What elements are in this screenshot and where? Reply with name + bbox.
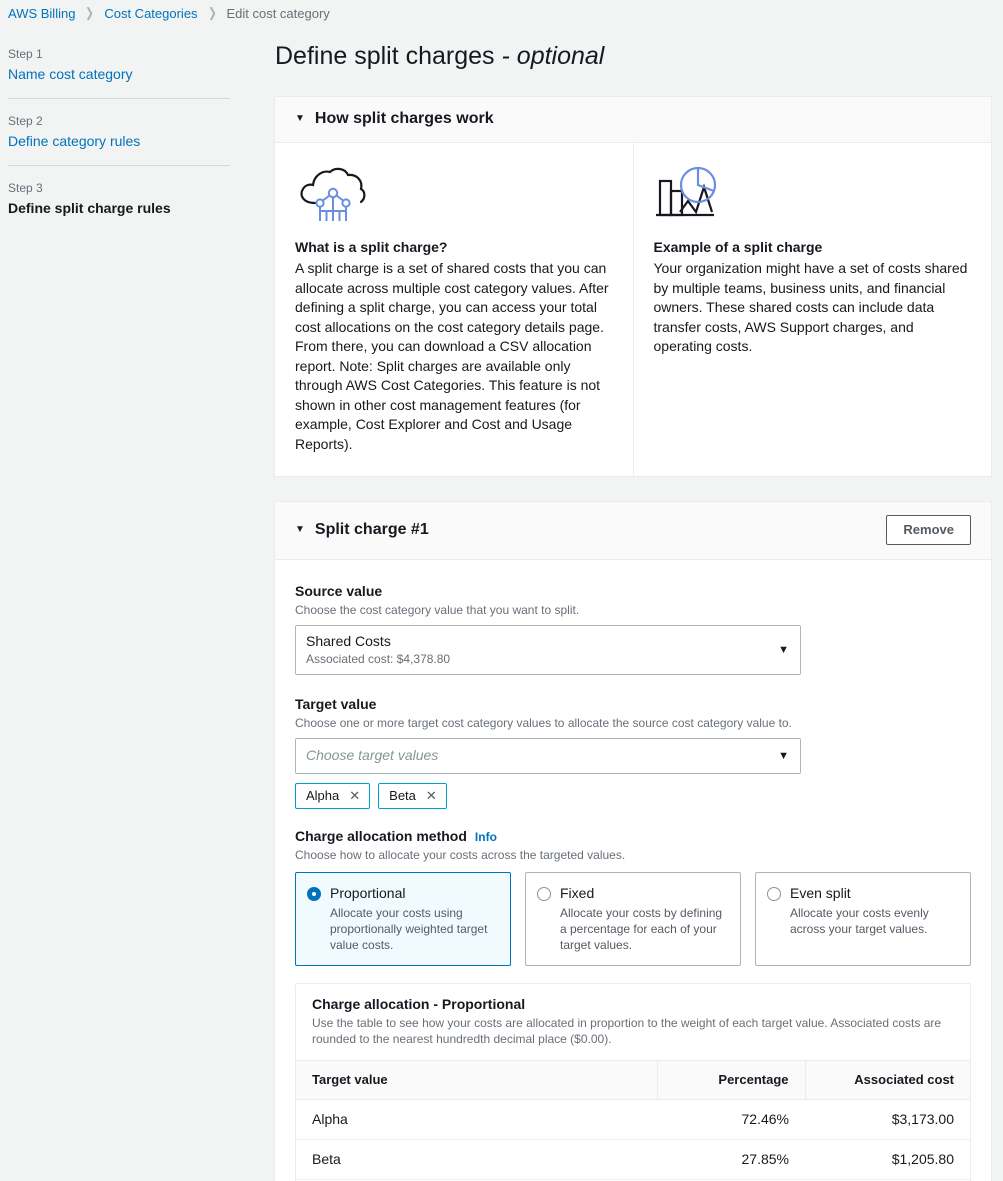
cell-target-value: Alpha xyxy=(296,1100,657,1140)
sidebar-step-1[interactable]: Step 1 Name cost category xyxy=(8,45,230,84)
wizard-steps-sidebar: Step 1 Name cost category Step 2 Define … xyxy=(8,45,230,218)
close-icon[interactable]: ✕ xyxy=(349,789,360,802)
split-charge-form: Source value Choose the cost category va… xyxy=(275,560,991,1181)
chip-beta[interactable]: Beta ✕ xyxy=(378,783,447,809)
breadcrumb-separator-icon: ❯ xyxy=(208,5,217,21)
chevron-down-icon[interactable]: ▼ xyxy=(295,525,305,535)
radio-card-even-split-description: Allocate your costs evenly across your t… xyxy=(790,905,958,937)
step-divider xyxy=(8,98,230,99)
radio-card-even-split-title: Even split xyxy=(790,884,958,902)
what-is-split-charge-body: A split charge is a set of shared costs … xyxy=(295,259,613,454)
main-content: Define split charges - optional ▼ How sp… xyxy=(274,40,992,1181)
how-it-works-body: What is a split charge? A split charge i… xyxy=(275,143,991,476)
charts-icon xyxy=(654,165,972,227)
radio-card-even-split[interactable]: Even split Allocate your costs evenly ac… xyxy=(755,872,971,966)
charge-allocation-heading: Charge allocation - Proportional xyxy=(312,996,954,1012)
split-charge-panel: ▼ Split charge #1 Remove Source value Ch… xyxy=(274,501,992,1181)
breadcrumb-item-cost-categories[interactable]: Cost Categories xyxy=(104,6,197,21)
column-header-target-value: Target value xyxy=(296,1061,657,1100)
split-charge-header: ▼ Split charge #1 Remove xyxy=(275,502,991,560)
example-split-charge-body: Your organization might have a set of co… xyxy=(654,259,972,357)
cell-percentage: 27.85% xyxy=(657,1140,805,1180)
step-3-number: Step 3 xyxy=(8,179,230,197)
cell-percentage: 72.46% xyxy=(657,1100,805,1140)
page-title-text: Define split charges xyxy=(275,42,495,70)
what-is-split-charge-column: What is a split charge? A split charge i… xyxy=(275,143,634,476)
radio-card-proportional-description: Allocate your costs using proportionally… xyxy=(330,905,498,953)
sidebar-step-3[interactable]: Step 3 Define split charge rules xyxy=(8,179,230,218)
how-it-works-title: How split charges work xyxy=(315,110,494,128)
breadcrumb: AWS Billing ❯ Cost Categories ❯ Edit cos… xyxy=(8,5,330,21)
charge-allocation-method-label: Charge allocation method xyxy=(295,827,467,845)
target-value-select[interactable]: Choose target values ▼ xyxy=(295,738,801,774)
radio-card-proportional-title: Proportional xyxy=(330,884,498,902)
step-1-number: Step 1 xyxy=(8,45,230,63)
radio-even-split[interactable] xyxy=(767,887,781,901)
how-it-works-header[interactable]: ▼ How split charges work xyxy=(275,97,991,143)
example-split-charge-column: Example of a split charge Your organizat… xyxy=(634,143,992,476)
chip-beta-label: Beta xyxy=(389,788,416,803)
radio-card-proportional[interactable]: Proportional Allocate your costs using p… xyxy=(295,872,511,966)
cell-target-value: Beta xyxy=(296,1140,657,1180)
sidebar-step-2[interactable]: Step 2 Define category rules xyxy=(8,112,230,151)
radio-fixed[interactable] xyxy=(537,887,551,901)
step-divider xyxy=(8,165,230,166)
source-value-associated-cost: Associated cost: $4,378.80 xyxy=(306,651,766,667)
target-value-placeholder: Choose target values xyxy=(306,746,766,765)
table-row: Alpha 72.46% $3,173.00 xyxy=(296,1100,970,1140)
table-header-row: Target value Percentage Associated cost xyxy=(296,1061,970,1100)
source-value-selected: Shared Costs xyxy=(306,632,766,651)
charge-allocation-method-description: Choose how to allocate your costs across… xyxy=(295,847,971,863)
example-split-charge-heading: Example of a split charge xyxy=(654,239,972,255)
step-1-title[interactable]: Name cost category xyxy=(8,64,230,84)
split-charge-title: Split charge #1 xyxy=(315,521,429,539)
source-value-select[interactable]: Shared Costs Associated cost: $4,378.80 … xyxy=(295,625,801,675)
target-value-field: Target value Choose one or more target c… xyxy=(295,695,971,809)
chevron-down-icon[interactable]: ▼ xyxy=(295,114,305,124)
charge-allocation-method-field: Charge allocation method Info Choose how… xyxy=(295,827,971,966)
charge-allocation-table-container: Charge allocation - Proportional Use the… xyxy=(295,983,971,1181)
chevron-down-icon[interactable]: ▼ xyxy=(778,750,789,762)
remove-button[interactable]: Remove xyxy=(886,515,971,545)
close-icon[interactable]: ✕ xyxy=(426,789,437,802)
chip-alpha[interactable]: Alpha ✕ xyxy=(295,783,370,809)
what-is-split-charge-heading: What is a split charge? xyxy=(295,239,613,255)
how-split-charges-work-panel: ▼ How split charges work xyxy=(274,96,992,477)
page-root: AWS Billing ❯ Cost Categories ❯ Edit cos… xyxy=(0,0,1003,1181)
source-value-description: Choose the cost category value that you … xyxy=(295,602,971,618)
target-value-description: Choose one or more target cost category … xyxy=(295,715,971,731)
step-2-title[interactable]: Define category rules xyxy=(8,131,230,151)
column-header-percentage: Percentage xyxy=(657,1061,805,1100)
radio-card-fixed[interactable]: Fixed Allocate your costs by defining a … xyxy=(525,872,741,966)
radio-card-fixed-description: Allocate your costs by defining a percen… xyxy=(560,905,728,953)
cloud-network-icon xyxy=(295,165,613,227)
target-value-chips: Alpha ✕ Beta ✕ xyxy=(295,783,971,809)
step-3-title: Define split charge rules xyxy=(8,198,230,218)
table-row: Beta 27.85% $1,205.80 xyxy=(296,1140,970,1180)
radio-proportional[interactable] xyxy=(307,887,321,901)
source-value-field: Source value Choose the cost category va… xyxy=(295,582,971,675)
info-link[interactable]: Info xyxy=(475,830,497,844)
breadcrumb-separator-icon: ❯ xyxy=(86,5,95,21)
cell-associated-cost: $3,173.00 xyxy=(805,1100,970,1140)
charge-allocation-method-options: Proportional Allocate your costs using p… xyxy=(295,872,971,966)
charge-allocation-table: Target value Percentage Associated cost … xyxy=(296,1060,970,1181)
source-value-label: Source value xyxy=(295,582,971,600)
page-title: Define split charges - optional xyxy=(275,40,992,72)
target-value-label: Target value xyxy=(295,695,971,713)
chevron-down-icon[interactable]: ▼ xyxy=(778,644,789,656)
breadcrumb-item-edit-cost-category: Edit cost category xyxy=(226,6,329,21)
step-2-number: Step 2 xyxy=(8,112,230,130)
cell-associated-cost: $1,205.80 xyxy=(805,1140,970,1180)
radio-card-fixed-title: Fixed xyxy=(560,884,728,902)
column-header-associated-cost: Associated cost xyxy=(805,1061,970,1100)
chip-alpha-label: Alpha xyxy=(306,788,339,803)
charge-allocation-table-header: Charge allocation - Proportional Use the… xyxy=(296,984,970,1060)
page-title-optional: - optional xyxy=(502,42,605,70)
charge-allocation-description: Use the table to see how your costs are … xyxy=(312,1015,954,1047)
breadcrumb-item-aws-billing[interactable]: AWS Billing xyxy=(8,6,75,21)
